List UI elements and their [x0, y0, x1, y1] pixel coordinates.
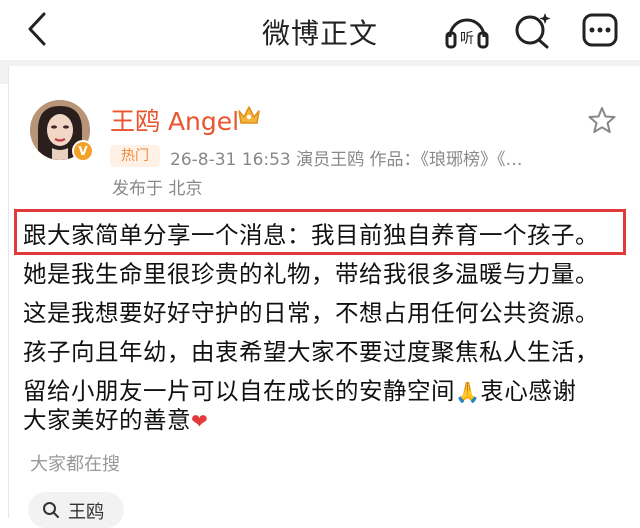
more-dots-icon [582, 13, 618, 47]
post-text-line-3: 这是我想要好好守护的日常，不想占用任何公共资源。 [23, 299, 599, 327]
listen-label: 听 [460, 31, 474, 47]
hot-tag-badge: 热门 [110, 145, 160, 167]
search-chip-label: 王鸥 [68, 502, 104, 523]
search-sparkle-icon [515, 13, 551, 49]
post-meta: 26-8-31 16:53 演员王鸥 作品：《琅琊榜》《… [170, 150, 523, 170]
post-text-line-6: 大家美好的善意❤ [23, 401, 208, 435]
post-text-line-2: 她是我生命里很珍贵的礼物，带给我很多温暖与力量。 [23, 260, 599, 288]
verified-badge: V [72, 140, 94, 162]
post-text-line-1: 跟大家简单分享一个消息：我目前独自养育一个孩子。 [23, 221, 599, 249]
search-icon [43, 502, 59, 518]
more-button[interactable] [582, 13, 618, 47]
star-icon [588, 107, 616, 133]
post-text-line-5-part-2: 衷心感谢 [480, 377, 577, 405]
pray-emoji-icon: 🙏 [455, 380, 481, 404]
favorite-star-button[interactable] [588, 106, 616, 134]
search-chip[interactable]: 王鸥 [28, 492, 124, 528]
listen-button[interactable]: 听 [444, 9, 490, 51]
author-name[interactable]: 王鸥 Angel [110, 102, 239, 138]
trending-search-hint: 大家都在搜 [30, 454, 120, 475]
search-button[interactable] [511, 9, 553, 51]
post-text-line-4: 孩子向且年幼，由衷希望大家不要过度聚焦私人生活， [23, 338, 599, 366]
top-bar: 微博正文 听 [0, 0, 640, 60]
heart-emoji-icon: ❤ [191, 409, 209, 433]
crown-icon [236, 103, 262, 127]
post-text-line-6-text: 大家美好的善意 [23, 406, 191, 434]
post-location: 发布于 北京 [112, 179, 203, 199]
headphones-icon: 听 [445, 18, 489, 49]
